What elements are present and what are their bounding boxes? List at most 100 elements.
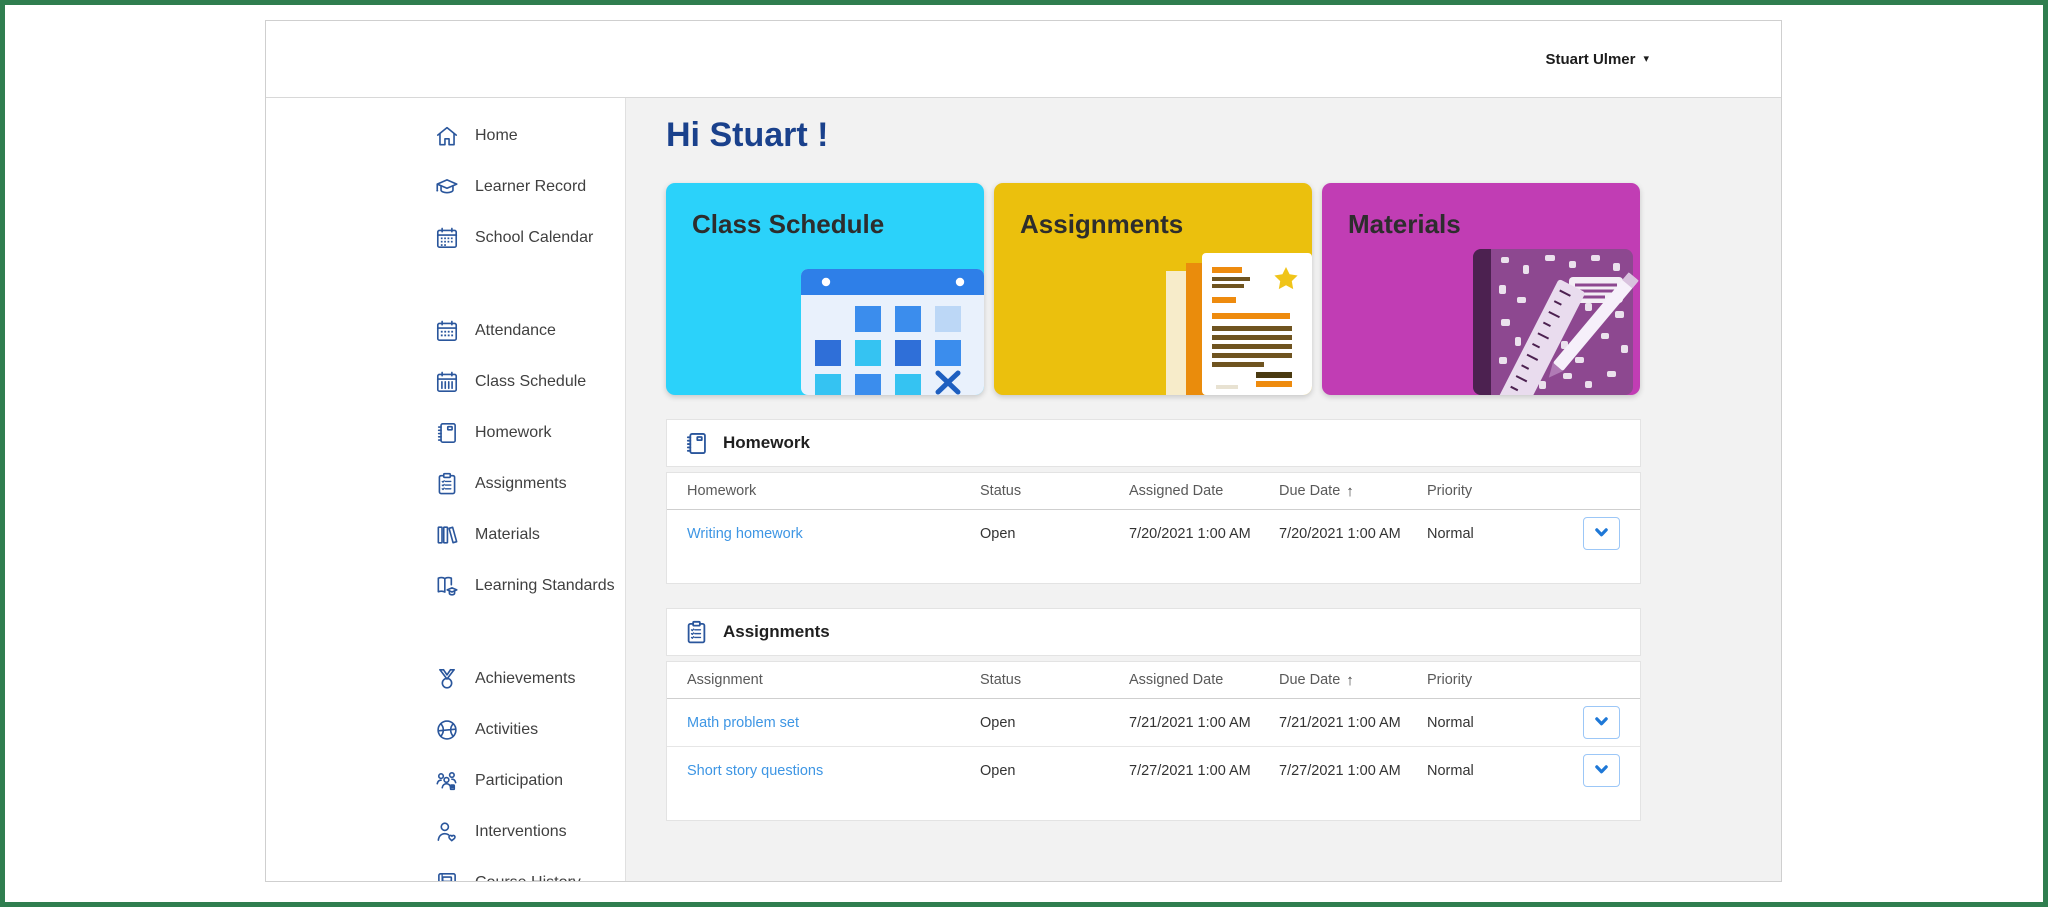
table-header-row: Homework Status Assigned Date Due Date ↑ … (667, 473, 1640, 510)
priority-cell: Normal (1427, 525, 1474, 542)
graduation-cap-icon (434, 174, 460, 200)
column-header-assigned-date[interactable]: Assigned Date (1129, 483, 1279, 499)
books-icon (434, 522, 460, 548)
notebook-icon (434, 420, 460, 446)
column-header-priority[interactable]: Priority (1427, 672, 1537, 688)
assignment-link[interactable]: Short story questions (687, 763, 980, 779)
sidebar-item-course-history[interactable]: Course History (434, 857, 625, 881)
notebook-ruler-illustration (1465, 245, 1640, 395)
status-cell: Open (980, 714, 1016, 731)
sidebar-item-learner-record[interactable]: Learner Record (434, 161, 625, 212)
materials-card[interactable]: Materials (1322, 183, 1640, 395)
sidebar-item-achievements[interactable]: Achievements (434, 653, 625, 704)
sidebar-item-interventions[interactable]: Interventions (434, 806, 625, 857)
due-date-cell: 7/20/2021 1:00 AM (1279, 525, 1401, 542)
column-header-homework[interactable]: Homework (687, 483, 980, 499)
sidebar: Home Learner Record School Calendar Atte… (266, 98, 626, 881)
sidebar-item-label: School Calendar (475, 228, 594, 246)
course-book-icon (434, 870, 460, 881)
notebook-icon (683, 430, 710, 457)
column-header-status[interactable]: Status (980, 672, 1129, 688)
homework-section: Homework Homework Status Assigned Date D… (666, 419, 1641, 584)
top-header: Stuart Ulmer ▾ (266, 21, 1781, 98)
sidebar-group-academics: Attendance Class Schedule Homework Assig… (434, 305, 625, 611)
priority-cell: Normal (1427, 714, 1474, 731)
clipboard-icon (683, 619, 710, 646)
sidebar-item-participation[interactable]: Participation (434, 755, 625, 806)
sidebar-item-label: Home (475, 126, 518, 144)
status-cell: Open (980, 762, 1016, 779)
sidebar-item-label: Learning Standards (475, 576, 615, 594)
user-name: Stuart Ulmer (1545, 50, 1636, 68)
chevron-down-icon (1594, 525, 1609, 543)
document-illustration (1162, 253, 1312, 395)
column-header-assigned-date[interactable]: Assigned Date (1129, 672, 1279, 688)
card-title: Class Schedule (692, 209, 885, 239)
assignments-section-header: Assignments (666, 608, 1641, 656)
sidebar-item-label: Learner Record (475, 177, 587, 195)
sidebar-item-label: Interventions (475, 822, 567, 840)
class-schedule-card[interactable]: Class Schedule (666, 183, 984, 395)
section-title: Homework (723, 433, 810, 452)
assigned-date-cell: 7/21/2021 1:00 AM (1129, 714, 1251, 731)
assignments-table: Assignment Status Assigned Date Due Date… (666, 661, 1641, 821)
table-header-row: Assignment Status Assigned Date Due Date… (667, 662, 1640, 699)
column-header-label: Due Date (1279, 483, 1341, 499)
assignments-card[interactable]: Assignments (994, 183, 1312, 395)
sidebar-group-general: Home Learner Record School Calendar (434, 110, 625, 263)
sidebar-item-label: Achievements (475, 669, 576, 687)
row-actions-dropdown-button[interactable] (1583, 754, 1620, 787)
column-header-status[interactable]: Status (980, 483, 1129, 499)
sidebar-item-learning-standards[interactable]: Learning Standards (434, 560, 625, 611)
assigned-date-cell: 7/27/2021 1:00 AM (1129, 762, 1251, 779)
main-content: Hi Stuart ! Class Schedule Assignments M… (626, 98, 1781, 881)
column-header-priority[interactable]: Priority (1427, 483, 1537, 499)
column-header-assignment[interactable]: Assignment (687, 672, 980, 688)
chevron-down-icon: ▾ (1643, 52, 1649, 65)
status-cell: Open (980, 525, 1016, 542)
medal-icon (434, 666, 460, 692)
home-icon (434, 123, 460, 149)
assignment-link[interactable]: Math problem set (687, 715, 980, 731)
person-heart-icon (434, 819, 460, 845)
clipboard-icon (434, 471, 460, 497)
sidebar-item-materials[interactable]: Materials (434, 509, 625, 560)
sort-ascending-icon: ↑ (1346, 482, 1354, 500)
sidebar-item-class-schedule[interactable]: Class Schedule (434, 356, 625, 407)
homework-link[interactable]: Writing homework (687, 526, 980, 542)
sidebar-item-label: Assignments (475, 474, 567, 492)
priority-cell: Normal (1427, 762, 1474, 779)
row-actions-dropdown-button[interactable] (1583, 517, 1620, 550)
user-menu[interactable]: Stuart Ulmer ▾ (1545, 51, 1649, 68)
sidebar-item-attendance[interactable]: Attendance (434, 305, 625, 356)
calendar-bars-icon (434, 369, 460, 395)
sidebar-item-label: Activities (475, 720, 539, 738)
assigned-date-cell: 7/20/2021 1:00 AM (1129, 525, 1251, 542)
sidebar-item-activities[interactable]: Activities (434, 704, 625, 755)
book-cap-icon (434, 573, 460, 599)
greeting-heading: Hi Stuart ! (666, 116, 829, 154)
sidebar-item-homework[interactable]: Homework (434, 407, 625, 458)
table-row: Short story questions Open 7/27/2021 1:0… (667, 747, 1640, 794)
sort-ascending-icon: ↑ (1346, 671, 1354, 689)
row-actions-dropdown-button[interactable] (1583, 706, 1620, 739)
homework-table: Homework Status Assigned Date Due Date ↑ … (666, 472, 1641, 584)
quick-link-cards: Class Schedule Assignments Materials (666, 183, 1641, 395)
section-title: Assignments (723, 622, 830, 641)
sidebar-item-school-calendar[interactable]: School Calendar (434, 212, 625, 263)
basketball-icon (434, 717, 460, 743)
card-title: Assignments (1020, 209, 1184, 239)
sidebar-item-label: Homework (475, 423, 552, 441)
app-window: Stuart Ulmer ▾ Home Learner Record Schoo… (265, 20, 1782, 882)
column-header-due-date[interactable]: Due Date ↑ (1279, 483, 1427, 500)
assignments-section: Assignments Assignment Status Assigned D… (666, 608, 1641, 821)
page-frame: Stuart Ulmer ▾ Home Learner Record Schoo… (0, 0, 2048, 907)
due-date-cell: 7/27/2021 1:00 AM (1279, 762, 1401, 779)
sidebar-item-home[interactable]: Home (434, 110, 625, 161)
people-icon (434, 768, 460, 794)
calendar-icon (434, 225, 460, 251)
column-header-due-date[interactable]: Due Date ↑ (1279, 672, 1427, 689)
chevron-down-icon (1594, 762, 1609, 780)
table-row: Writing homework Open 7/20/2021 1:00 AM … (667, 510, 1640, 557)
sidebar-item-assignments[interactable]: Assignments (434, 458, 625, 509)
